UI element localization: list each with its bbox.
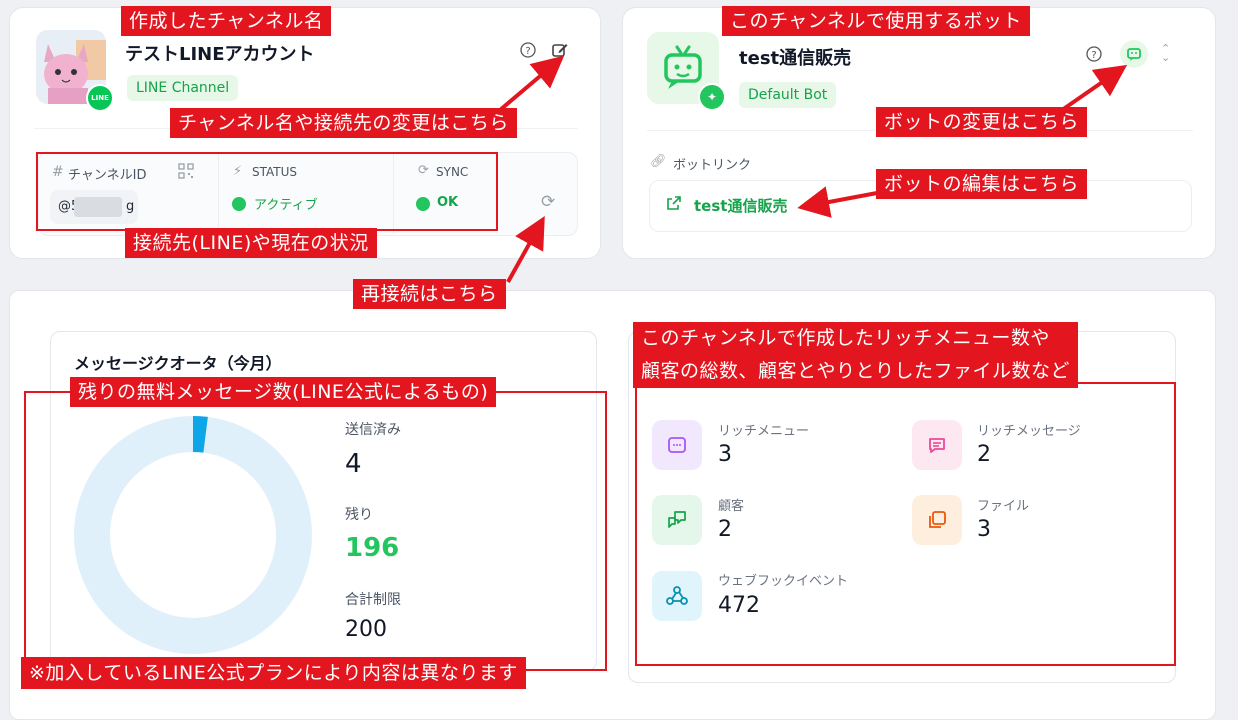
annotation-box-quota [24, 391, 607, 671]
annotation-box-connection [36, 152, 498, 231]
sparkle-badge-icon: ✦ [698, 83, 726, 111]
edit-icon[interactable] [549, 39, 571, 61]
annotation-plan-note: ※加入しているLINE公式プランにより内容は異なります [21, 657, 526, 689]
external-link-icon [666, 195, 682, 215]
annotation-change-bot: ボットの変更はこちら [876, 107, 1088, 137]
annotation-remaining-free: 残りの無料メッセージ数(LINE公式によるもの) [70, 377, 497, 407]
bot-name: test通信販売 [739, 48, 852, 69]
annotation-edit-bot: ボットの編集はこちら [876, 169, 1088, 199]
annotation-stats: このチャンネルで作成したリッチメニュー数や 顧客の総数、顧客とやりとりしたファイ… [633, 322, 1079, 388]
channel-name: テストLINEアカウント [125, 44, 315, 65]
annotation-reconnect: 再接続はこちら [353, 279, 506, 309]
line-badge-icon: LINE [86, 84, 114, 112]
help-icon[interactable]: ? [1083, 43, 1105, 65]
svg-text:?: ? [525, 46, 530, 57]
annotation-bot-used: このチャンネルで使用するボット [722, 6, 1030, 36]
annotation-stats-line2: 顧客の総数、顧客とやりとりしたファイル数など [641, 360, 1071, 382]
channel-type-badge: LINE Channel [127, 75, 239, 101]
bot-select-button[interactable] [1120, 40, 1148, 68]
chevron-updown-icon[interactable]: ⌃ ⌄ [1161, 43, 1170, 63]
bot-type-badge: Default Bot [739, 82, 837, 108]
bot-link-label: ボットリンク [673, 158, 752, 173]
annotation-channel-name: 作成したチャンネル名 [121, 6, 332, 36]
reconnect-icon[interactable]: ⟳ [541, 192, 555, 212]
svg-text:?: ? [1091, 50, 1096, 61]
annotation-connection: 接続先(LINE)や現在の状況 [125, 228, 377, 258]
help-icon[interactable]: ? [517, 39, 539, 61]
quota-title: メッセージクオータ（今月） [74, 354, 282, 373]
bot-link-text[interactable]: test通信販売 [694, 195, 787, 216]
annotation-box-stats [635, 382, 1176, 666]
annotation-change-channel: チャンネル名や接続先の変更はこちら [170, 108, 517, 138]
link-icon: 🔗︎ [650, 154, 667, 169]
annotation-stats-line1: このチャンネルで作成したリッチメニュー数や [641, 327, 1050, 349]
